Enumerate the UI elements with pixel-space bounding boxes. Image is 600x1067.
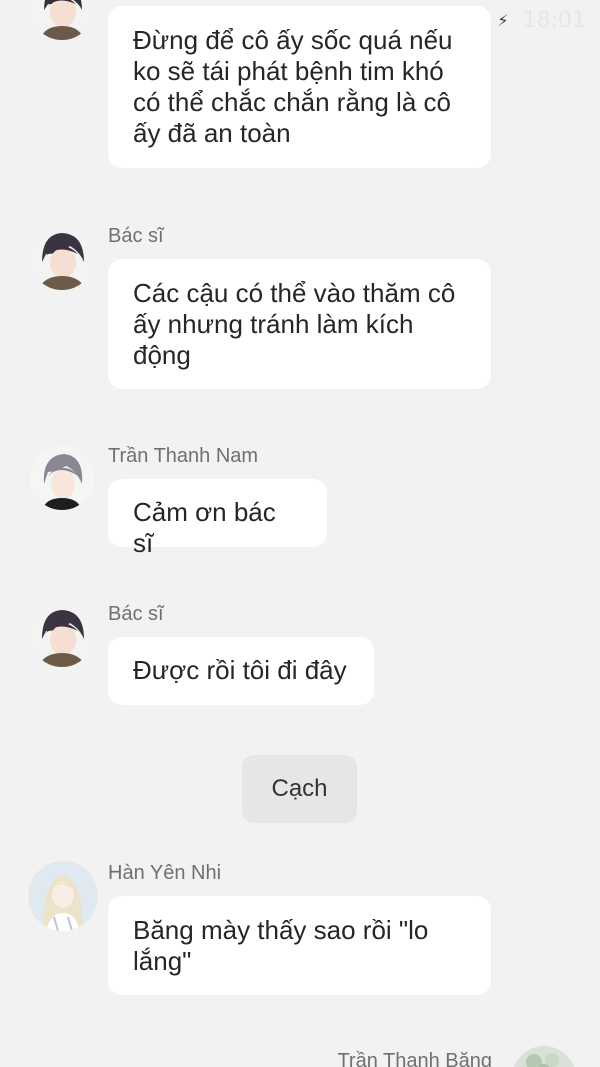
message-text: Đừng để cô ấy sốc quá nếu ko sẽ tái phát… xyxy=(133,25,453,148)
sender-name: Bác sĩ xyxy=(108,225,164,247)
chat-screen: ⚡ 18:01 Đừng để cô ấy sốc quá nếu ko sẽ … xyxy=(0,0,600,1067)
bang-avatar[interactable] xyxy=(512,1046,576,1067)
sender-name: Hàn Yên Nhi xyxy=(108,862,222,884)
sender-name-right: Trần Thanh Băng xyxy=(337,1050,492,1067)
status-bar: ⚡ 18:01 xyxy=(497,8,586,33)
message-bubble[interactable]: Các cậu có thể vào thăm cô ấy nhưng trán… xyxy=(108,259,491,389)
yen-nhi-avatar[interactable] xyxy=(28,861,98,931)
sender-name: Bác sĩ xyxy=(108,603,164,625)
message-text: Được rồi tôi đi đây xyxy=(133,655,347,685)
message-text: Cảm ơn bác sĩ xyxy=(133,497,276,558)
sound-effect-chip[interactable]: Cạch xyxy=(242,755,357,823)
message-bubble[interactable]: Đừng để cô ấy sốc quá nếu ko sẽ tái phát… xyxy=(108,6,491,168)
message-bubble[interactable]: Được rồi tôi đi đây xyxy=(108,637,374,705)
status-time: 18:01 xyxy=(522,8,586,33)
nam-avatar[interactable] xyxy=(30,446,94,510)
doctor-avatar[interactable] xyxy=(30,226,94,290)
message-bubble[interactable]: Cảm ơn bác sĩ xyxy=(108,479,327,558)
sender-name: Trần Thanh Nam xyxy=(108,445,259,467)
message-bubble[interactable]: Băng mày thấy sao rồi "lo lắng" xyxy=(108,896,491,995)
bolt-icon: ⚡ xyxy=(497,11,509,30)
doctor-avatar[interactable] xyxy=(30,0,94,40)
doctor-avatar[interactable] xyxy=(30,603,94,667)
message-text: Băng mày thấy sao rồi "lo lắng" xyxy=(133,915,429,976)
message-text: Các cậu có thể vào thăm cô ấy nhưng trán… xyxy=(133,278,456,370)
